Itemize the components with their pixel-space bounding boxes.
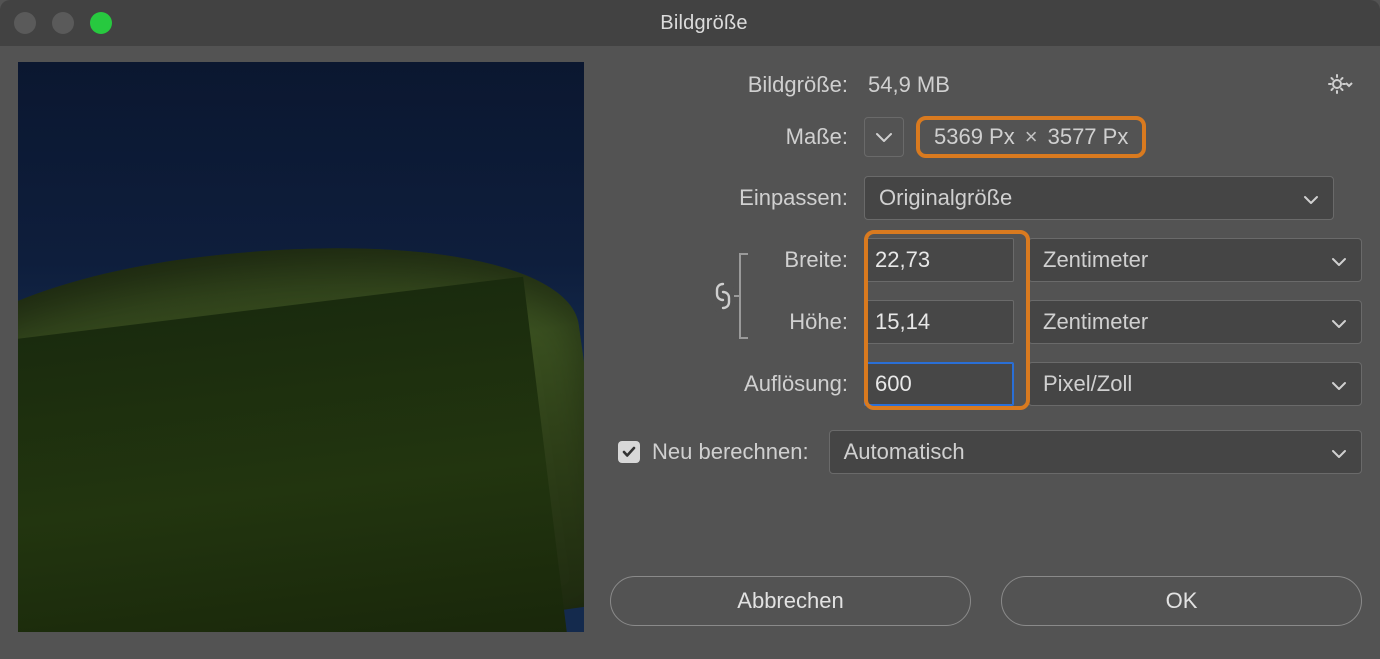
height-unit-select[interactable]: Zentimeter	[1028, 300, 1362, 344]
row-dimensions: Maße: 5369 Px × 3577 Px	[610, 116, 1362, 158]
dim-times-icon: ×	[1025, 124, 1038, 150]
window-title: Bildgröße	[42, 12, 1366, 35]
value-image-size: 54,9 MB	[864, 72, 950, 98]
width-input[interactable]: 22,73	[864, 238, 1014, 282]
dimensions-readout: 5369 Px × 3577 Px	[916, 116, 1146, 158]
cancel-button-label: Abbrechen	[737, 588, 843, 614]
resample-method-select[interactable]: Automatisch	[829, 430, 1362, 474]
dim-width: 5369 Px	[934, 124, 1015, 150]
chevron-down-icon	[1331, 309, 1347, 335]
width-input-value: 22,73	[875, 247, 930, 273]
label-fit: Einpassen:	[610, 185, 864, 211]
width-unit-select[interactable]: Zentimeter	[1028, 238, 1362, 282]
label-resample: Neu berechnen:	[652, 439, 809, 465]
row-fit: Einpassen: Originalgröße	[610, 176, 1362, 220]
resample-method-value: Automatisch	[844, 439, 965, 465]
row-height: Höhe: 15,14 Zentimeter	[610, 300, 1362, 344]
dimensions-unit-dropdown[interactable]	[864, 117, 904, 157]
cancel-button[interactable]: Abbrechen	[610, 576, 971, 626]
image-preview[interactable]	[18, 62, 584, 632]
chevron-down-icon	[1303, 185, 1319, 211]
settings-gear-button[interactable]	[1326, 72, 1354, 102]
label-image-size: Bildgröße:	[610, 72, 864, 98]
dialog-content: Bildgröße: 54,9 MB Maße: 5369 Px × 3577 …	[0, 46, 1380, 650]
fit-select[interactable]: Originalgröße	[864, 176, 1334, 220]
titlebar: Bildgröße	[0, 0, 1380, 46]
resample-checkbox[interactable]	[618, 441, 640, 463]
fit-select-value: Originalgröße	[879, 185, 1012, 211]
height-unit-value: Zentimeter	[1043, 309, 1148, 335]
resample-label-wrap: Neu berechnen:	[610, 439, 809, 465]
row-width: Breite: 22,73 Zentimeter	[610, 238, 1362, 282]
label-dimensions: Maße:	[610, 124, 864, 150]
close-window-button[interactable]	[14, 12, 36, 34]
row-image-size: Bildgröße: 54,9 MB	[610, 72, 1362, 98]
height-input[interactable]: 15,14	[864, 300, 1014, 344]
width-unit-value: Zentimeter	[1043, 247, 1148, 273]
ok-button-label: OK	[1166, 588, 1198, 614]
chevron-down-icon	[1331, 371, 1347, 397]
dim-height: 3577 Px	[1048, 124, 1129, 150]
resolution-unit-select[interactable]: Pixel/Zoll	[1028, 362, 1362, 406]
chevron-down-icon	[1331, 439, 1347, 465]
label-height: Höhe:	[610, 309, 864, 335]
resolution-unit-value: Pixel/Zoll	[1043, 371, 1132, 397]
preview-hill-fore	[18, 277, 579, 632]
row-resample: Neu berechnen: Automatisch	[610, 430, 1362, 474]
ok-button[interactable]: OK	[1001, 576, 1362, 626]
dialog-footer: Abbrechen OK	[610, 576, 1362, 632]
height-input-value: 15,14	[875, 309, 930, 335]
resolution-input[interactable]: 600	[864, 362, 1014, 406]
resolution-input-value: 600	[875, 371, 912, 397]
width-height-resolution-group: Breite: 22,73 Zentimeter Höhe: 15,14	[610, 238, 1362, 424]
controls-panel: Bildgröße: 54,9 MB Maße: 5369 Px × 3577 …	[610, 62, 1362, 632]
label-resolution: Auflösung:	[610, 371, 864, 397]
label-width: Breite:	[610, 247, 864, 273]
row-resolution: Auflösung: 600 Pixel/Zoll	[610, 362, 1362, 406]
chevron-down-icon	[1331, 247, 1347, 273]
